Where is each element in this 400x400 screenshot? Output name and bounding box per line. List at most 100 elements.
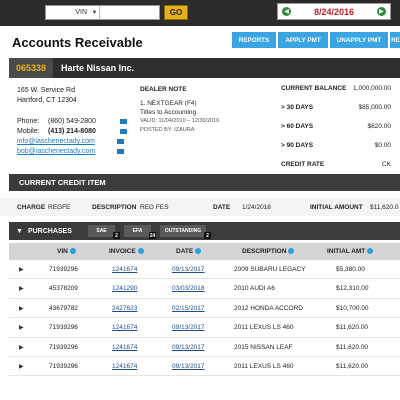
column-header-initial-amt[interactable]: INITIAL AMT bbox=[327, 248, 374, 255]
invoice-link[interactable]: 1241674 bbox=[112, 266, 137, 273]
expand-row-icon[interactable]: ▶ bbox=[19, 305, 24, 312]
cell-amount: $12,310.00 bbox=[336, 285, 369, 293]
email-link-info[interactable]: info@iaschenectady.com bbox=[17, 137, 117, 147]
sort-icon[interactable] bbox=[288, 248, 295, 254]
date-link[interactable]: 09/13/2017 bbox=[172, 324, 205, 331]
balance-row: CURRENT BALANCE 1,000,000.00 bbox=[281, 85, 391, 104]
expand-row-icon[interactable]: ▶ bbox=[19, 324, 24, 331]
description-value: REG FES bbox=[140, 204, 169, 211]
mail-icon[interactable] bbox=[117, 149, 124, 154]
cell-amount: $11,620.00 bbox=[336, 343, 369, 351]
previous-date-icon[interactable]: ◀ bbox=[282, 7, 291, 16]
column-header-description[interactable]: DESCRIPTION bbox=[242, 248, 295, 255]
invoice-link[interactable]: 2427623 bbox=[112, 305, 137, 312]
date-link[interactable]: 09/13/2017 bbox=[172, 266, 205, 273]
tab-repo[interactable]: REPO bbox=[390, 32, 400, 48]
invoice-link[interactable]: 1241674 bbox=[112, 363, 137, 370]
sort-icon[interactable] bbox=[137, 248, 144, 254]
balance-value: $85,000.00 bbox=[358, 104, 391, 111]
mobile-icon[interactable] bbox=[120, 129, 127, 134]
cell-vin: 43679782 bbox=[49, 304, 78, 312]
dealer-note-line-2: Titles to Accounting bbox=[140, 109, 197, 116]
customer-address: 165 W. Service Rd Hartford, CT 12304 bbox=[17, 86, 77, 106]
balance-value: 1,000,000.00 bbox=[353, 85, 391, 92]
table-row[interactable]: ▶ 45378209 1241290 03/03/2018 2010 AUDI … bbox=[9, 279, 400, 299]
mail-icon[interactable] bbox=[117, 139, 124, 144]
expand-row-icon[interactable]: ▶ bbox=[19, 266, 24, 273]
date-link[interactable]: 09/13/2017 bbox=[172, 344, 205, 351]
chip-label: OUTSTANDING bbox=[164, 228, 202, 234]
cell-vin: 71939296 bbox=[49, 266, 78, 273]
phone-value: (860) 549-2800 bbox=[48, 118, 96, 125]
initial-amount-value: $11,620.0 bbox=[370, 204, 399, 211]
email-link-bob[interactable]: bob@iaschenectady.com bbox=[17, 147, 117, 157]
filter-chip-sae[interactable]: SAE 2 bbox=[88, 225, 120, 239]
page-title: Accounts Receivable bbox=[12, 35, 143, 50]
table-row[interactable]: ▶ 71939296 1241674 09/13/2017 2011 LEXUS… bbox=[9, 357, 400, 377]
purchases-bar[interactable]: ▼ PURCHASES SAE 2 EFA 24 OUTSTANDING 2 bbox=[9, 222, 400, 240]
date-link[interactable]: 02/15/2017 bbox=[172, 305, 205, 312]
next-date-icon[interactable]: ▶ bbox=[376, 7, 386, 16]
column-header-date[interactable]: DATE bbox=[176, 248, 202, 255]
cell-description: 2009 SUBARU LEGACY bbox=[234, 266, 306, 273]
phone-icon[interactable] bbox=[120, 119, 127, 124]
filter-chip-outstanding[interactable]: OUTSTANDING 2 bbox=[160, 225, 211, 239]
table-row[interactable]: ▶ 71939296 1241674 09/13/2017 2011 LEXUS… bbox=[9, 318, 400, 338]
collapse-icon[interactable]: ▼ bbox=[16, 228, 23, 235]
tab-reports[interactable]: REPORTS bbox=[232, 32, 276, 48]
date-navigator: ◀ 8/24/2016 ▶ bbox=[277, 3, 391, 20]
invoice-link[interactable]: 1241290 bbox=[112, 285, 137, 292]
column-header-invoice[interactable]: INVOICE bbox=[109, 248, 144, 255]
customer-contact: Phone: (860) 549-2800 Mobile: (413) 214-… bbox=[17, 117, 127, 157]
chevron-down-icon[interactable]: ▼ bbox=[90, 6, 100, 19]
date-link[interactable]: 09/13/2017 bbox=[172, 363, 205, 370]
table-row[interactable]: ▶ 71939296 1241674 09/13/2017 2015 NISSA… bbox=[9, 338, 400, 357]
sort-icon[interactable] bbox=[367, 248, 374, 254]
cell-amount: $5,380.00 bbox=[336, 266, 365, 273]
description-label: DESCRIPTION bbox=[92, 204, 137, 211]
customer-id: 065338 bbox=[9, 58, 54, 78]
address-line-1: 165 W. Service Rd bbox=[17, 87, 75, 94]
invoice-link[interactable]: 1241674 bbox=[112, 324, 137, 331]
balance-value: $620.00 bbox=[367, 123, 392, 130]
date-link[interactable]: 03/03/2018 bbox=[172, 285, 205, 292]
cell-vin: 71939296 bbox=[49, 343, 78, 351]
expand-row-icon[interactable]: ▶ bbox=[19, 285, 24, 292]
balance-summary: CURRENT BALANCE 1,000,000.00 > 30 DAYS $… bbox=[281, 85, 391, 180]
expand-row-icon[interactable]: ▶ bbox=[19, 344, 24, 351]
charge-value: REGFE bbox=[48, 204, 71, 211]
column-label: INVOICE bbox=[109, 248, 136, 255]
invoice-link[interactable]: 1241674 bbox=[112, 344, 137, 351]
cell-amount: $11,620.00 bbox=[336, 324, 369, 332]
balance-label: > 90 DAYS bbox=[281, 142, 314, 149]
column-header-vin[interactable]: VIN bbox=[57, 248, 76, 255]
date-value: 1/24/2018 bbox=[242, 204, 271, 211]
phone-label: Phone: bbox=[17, 118, 40, 125]
table-row[interactable]: ▶ 43679782 2427623 02/15/2017 2012 HONDA… bbox=[9, 299, 400, 319]
dealer-note-heading: DEALER NOTE bbox=[140, 86, 187, 93]
chip-count: 2 bbox=[113, 232, 120, 239]
balance-label: CURRENT BALANCE bbox=[281, 85, 347, 92]
address-line-2: Hartford, CT 12304 bbox=[17, 97, 77, 104]
sort-icon[interactable] bbox=[195, 248, 202, 254]
cell-description: 2012 HONDA ACCORD bbox=[234, 304, 303, 312]
balance-label: > 60 DAYS bbox=[281, 123, 314, 130]
dealer-note: DEALER NOTE 1. NEXTGEAR (F4) Titles to A… bbox=[140, 85, 219, 135]
table-row[interactable]: ▶ 71939296 1241674 09/13/2017 2009 SUBAR… bbox=[9, 260, 400, 280]
purchases-table-body: ▶ 71939296 1241674 09/13/2017 2009 SUBAR… bbox=[9, 260, 400, 377]
cell-vin: 45378209 bbox=[49, 285, 78, 293]
action-tabs: REPORTS APPLY PMT UNAPPLY PMT REPO bbox=[232, 32, 400, 48]
sort-icon[interactable] bbox=[69, 248, 76, 254]
expand-row-icon[interactable]: ▶ bbox=[19, 363, 24, 370]
filter-chip-efa[interactable]: EFA 24 bbox=[124, 225, 156, 239]
tab-unapply-pmt[interactable]: UNAPPLY PMT bbox=[330, 32, 388, 48]
purchases-title: PURCHASES bbox=[27, 227, 72, 235]
tab-apply-pmt[interactable]: APPLY PMT bbox=[278, 32, 328, 48]
go-button[interactable]: GO bbox=[164, 5, 188, 20]
cell-vin: 71939296 bbox=[49, 362, 78, 370]
search-type-select[interactable]: VIN ▼ bbox=[45, 5, 160, 20]
cell-description: 2011 LEXUS LS 460 bbox=[234, 362, 294, 370]
top-bar: VIN ▼ GO ◀ 8/24/2016 ▶ bbox=[0, 0, 400, 26]
chip-label: EFA bbox=[132, 228, 143, 234]
chip-label: SAE bbox=[96, 228, 107, 234]
